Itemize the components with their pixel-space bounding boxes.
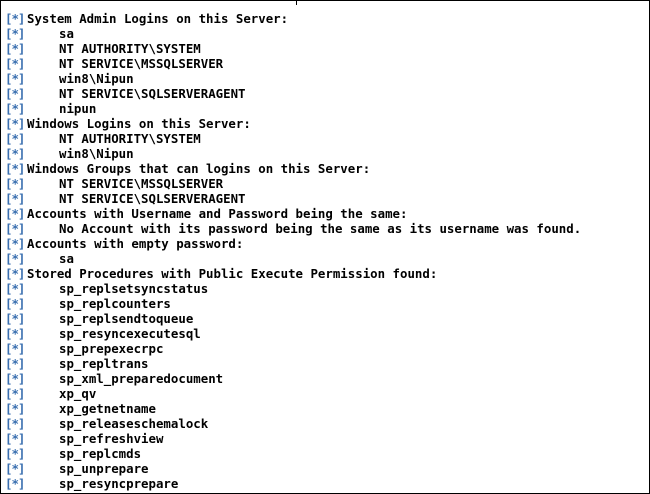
output-line: [*] sp_resyncexecutesql (5, 326, 649, 341)
status-marker: [*] (5, 41, 25, 56)
output-line-text: NT SERVICE\MSSQLSERVER (59, 176, 224, 191)
status-marker: [*] (5, 371, 25, 386)
output-line: [*] sp_repltrans (5, 356, 649, 371)
status-marker: [*] (5, 146, 25, 161)
status-marker: [*] (5, 386, 25, 401)
output-line: [*] NT SERVICE\SQLSERVERAGENT (5, 191, 649, 206)
status-marker: [*] (5, 356, 25, 371)
status-marker: [*] (5, 431, 25, 446)
status-marker: [*] (5, 476, 25, 491)
output-line-text: NT AUTHORITY\SYSTEM (59, 41, 201, 56)
status-marker: [*] (5, 86, 25, 101)
output-line: [*] System Admin Logins on this Server: (5, 11, 649, 26)
status-marker: [*] (5, 326, 25, 341)
output-line-text: sa (59, 26, 74, 41)
output-line: [*] xp_qv (5, 386, 649, 401)
output-line: [*] NT AUTHORITY\SYSTEM (5, 41, 649, 56)
output-line-text: System Admin Logins on this Server: (27, 11, 289, 26)
status-marker: [*] (5, 56, 25, 71)
output-line: [*] win8\Nipun (5, 71, 649, 86)
output-line-text: sa (59, 251, 74, 266)
status-marker: [*] (5, 251, 25, 266)
status-marker: [*] (5, 206, 25, 221)
output-line: [*] sp_replsendtoqueue (5, 311, 649, 326)
status-marker: [*] (5, 131, 25, 146)
status-marker: [*] (5, 461, 25, 476)
output-line: [*] NT SERVICE\MSSQLSERVER (5, 56, 649, 71)
output-line: [*] NT AUTHORITY\SYSTEM (5, 131, 649, 146)
output-line-text: nipun (59, 101, 97, 116)
output-line-text: NT SERVICE\SQLSERVERAGENT (59, 86, 246, 101)
output-line-text: sp_resyncprepare (59, 476, 179, 491)
output-line-text: Windows Groups that can logins on this S… (27, 161, 371, 176)
status-marker: [*] (5, 191, 25, 206)
output-line-text: sp_replsetsyncstatus (59, 281, 209, 296)
output-line: [*] Windows Groups that can logins on thi… (5, 161, 649, 176)
status-marker: [*] (5, 71, 25, 86)
status-marker: [*] (5, 161, 25, 176)
status-marker: [*] (5, 416, 25, 431)
output-line-text: NT SERVICE\SQLSERVERAGENT (59, 191, 246, 206)
status-marker: [*] (5, 176, 25, 191)
output-line-text: sp_xml_preparedocument (59, 371, 224, 386)
status-marker: [*] (5, 281, 25, 296)
status-marker: [*] (5, 401, 25, 416)
output-line-text: sp_repltrans (59, 356, 149, 371)
status-marker: [*] (5, 236, 25, 251)
output-line-text: Accounts with Username and Password bein… (27, 206, 408, 221)
output-line: [*] sa (5, 251, 649, 266)
output-line-text: sp_replcounters (59, 296, 171, 311)
terminal-output: [*] System Admin Logins on this Server: [*… (0, 0, 650, 494)
status-marker: [*] (5, 446, 25, 461)
output-line-text: xp_getnetname (59, 401, 156, 416)
output-line: [*] Accounts with Username and Password b… (5, 206, 649, 221)
output-line-text: NT SERVICE\MSSQLSERVER (59, 56, 224, 71)
output-line-text: Stored Procedures with Public Execute Pe… (27, 266, 438, 281)
output-line: [*] win8\Nipun (5, 146, 649, 161)
output-line: [*] Windows Logins on this Server: (5, 116, 649, 131)
output-line-text: sp_replcmds (59, 446, 142, 461)
output-line: [*] sp_resyncprepare (5, 476, 649, 491)
output-line: [*] sp_replcmds (5, 446, 649, 461)
output-line: [*] sa (5, 26, 649, 41)
output-line: [*] sp_unprepare (5, 461, 649, 476)
status-marker: [*] (5, 101, 25, 116)
output-line-text: xp_qv (59, 386, 97, 401)
output-line: [*] sp_replsetsyncstatus (5, 281, 649, 296)
output-line: [*] Stored Procedures with Public Execute… (5, 266, 649, 281)
status-marker: [*] (5, 311, 25, 326)
output-line-text: sp_unprepare (59, 461, 149, 476)
output-line-text: sp_replsendtoqueue (59, 311, 194, 326)
status-marker: [*] (5, 11, 25, 26)
output-line-text: Windows Logins on this Server: (27, 116, 251, 131)
output-line: [*] NT SERVICE\MSSQLSERVER (5, 176, 649, 191)
output-line: [*] Accounts with empty password: (5, 236, 649, 251)
output-line: [*] No Account with its password being th… (5, 221, 649, 236)
output-line: [*] sp_xml_preparedocument (5, 371, 649, 386)
output-line: [*] sp_refreshview (5, 431, 649, 446)
output-line-text: win8\Nipun (59, 146, 134, 161)
output-line-text: Accounts with empty password: (27, 236, 244, 251)
status-marker: [*] (5, 116, 25, 131)
status-marker: [*] (5, 296, 25, 311)
output-line-text: sp_refreshview (59, 431, 164, 446)
output-line: [*] NT SERVICE\SQLSERVERAGENT (5, 86, 649, 101)
output-line-text: sp_resyncexecutesql (59, 326, 201, 341)
output-line: [*] xp_getnetname (5, 401, 649, 416)
output-line-text: NT AUTHORITY\SYSTEM (59, 131, 201, 146)
output-line: [*] sp_replcounters (5, 296, 649, 311)
output-line: [*] sp_releaseschemalock (5, 416, 649, 431)
status-marker: [*] (5, 266, 25, 281)
output-line-text: sp_prepexecrpc (59, 341, 164, 356)
output-line-text: No Account with its password being the s… (59, 221, 582, 236)
output-line-text: win8\Nipun (59, 71, 134, 86)
output-line-text: sp_releaseschemalock (59, 416, 209, 431)
output-line: [*] sp_prepexecrpc (5, 341, 649, 356)
status-marker: [*] (5, 341, 25, 356)
output-lines: [*] System Admin Logins on this Server: [*… (5, 11, 649, 491)
status-marker: [*] (5, 221, 25, 236)
output-line: [*] nipun (5, 101, 649, 116)
divider (296, 1, 297, 5)
status-marker: [*] (5, 26, 25, 41)
